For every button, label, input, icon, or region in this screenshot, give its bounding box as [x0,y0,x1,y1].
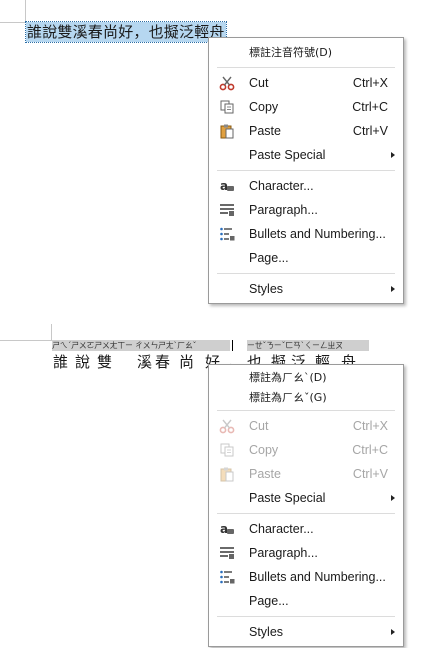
menu-item-label: Paragraph... [249,546,318,560]
menu-item-shortcut: Ctrl+V [352,124,388,138]
menu-item-label: Styles [249,282,284,296]
menu-item-styles[interactable]: Styles [209,277,403,301]
ruby-annotation-left[interactable]: ㄕㄟˊㄕㄨㄛㄕㄨㄤㄒㄧ ㄔㄨㄣㄕㄤˋㄏㄠˇ [52,340,230,351]
menu-separator [217,273,395,274]
base-char: 雙 [97,353,113,371]
menu-item-label: Paste Special [249,491,326,505]
menu-item-label: Bullets and Numbering... [249,227,386,241]
menu-item-cut[interactable]: Cut Ctrl+X [209,414,403,438]
context-menu: 標註注音符號(D) Cut Ctrl+X Copy Ctrl+C Paste C… [208,37,404,304]
page-corner-mark [0,22,26,23]
menu-item-shortcut: Ctrl+X [352,419,388,433]
character-icon: a [219,521,235,537]
context-menu-ruby: 標註為ㄏㄠˋ(D) 標註為ㄏㄠˇ(G) Cut Ctrl+X Copy Ctrl… [208,364,404,647]
menu-item-label: 標註注音符號(D) [249,46,333,59]
ruby-annotation-right[interactable]: ㄧㄝˇㄋㄧˇㄈㄢˋㄑㄧㄥㄓㄡ [247,340,369,351]
svg-text:a: a [220,522,228,536]
menu-item-bullets-numbering[interactable]: Bullets and Numbering... [209,565,403,589]
menu-item-character[interactable]: a Character... [209,174,403,198]
character-icon: a [219,178,235,194]
menu-item-add-phonetic[interactable]: 標註注音符號(D) [209,40,403,64]
menu-item-label: Styles [249,625,284,639]
page-corner-mark [0,340,52,341]
menu-item-page[interactable]: Page... [209,246,403,270]
base-char: 溪 [137,353,153,371]
menu-item-label: Page... [249,251,289,265]
menu-item-paste[interactable]: Paste Ctrl+V [209,119,403,143]
menu-item-label: Cut [249,419,269,433]
menu-item-shortcut: Ctrl+V [352,467,388,481]
selected-document-text[interactable]: 誰說雙溪春尚好，也擬泛輕舟 [25,21,227,43]
menu-item-label: Paste [249,124,281,138]
scissors-icon [219,418,235,434]
menu-item-page[interactable]: Page... [209,589,403,613]
menu-item-label: Paragraph... [249,203,318,217]
menu-separator [217,170,395,171]
submenu-arrow-icon [391,495,395,501]
menu-item-label: Paste [249,467,281,481]
base-char: 說 [75,353,91,371]
menu-item-label: Bullets and Numbering... [249,570,386,584]
menu-item-styles[interactable]: Styles [209,620,403,644]
submenu-arrow-icon [391,152,395,158]
menu-item-cut[interactable]: Cut Ctrl+X [209,71,403,95]
menu-item-bullets-numbering[interactable]: Bullets and Numbering... [209,222,403,246]
base-char: 誰 [53,353,69,371]
clipboard-icon [219,123,235,139]
menu-item-label: Copy [249,443,279,457]
menu-item-paste-special[interactable]: Paste Special [209,486,403,510]
menu-item-label: Character... [249,522,314,536]
menu-item-label: Copy [249,100,279,114]
scissors-icon [219,75,235,91]
submenu-arrow-icon [391,286,395,292]
menu-item-character[interactable]: a Character... [209,517,403,541]
menu-item-label: Character... [249,179,314,193]
menu-item-paragraph[interactable]: Paragraph... [209,541,403,565]
menu-separator [217,410,395,411]
menu-item-copy[interactable]: Copy Ctrl+C [209,95,403,119]
submenu-arrow-icon [391,629,395,635]
menu-separator [217,616,395,617]
base-char: 尚 [179,353,195,371]
svg-text:a: a [220,179,228,193]
menu-item-label: Paste Special [249,148,326,162]
menu-item-annotate-hao4[interactable]: 標註為ㄏㄠˋ(D) [209,367,403,387]
page-corner-mark [51,324,52,340]
menu-item-annotate-hao3[interactable]: 標註為ㄏㄠˇ(G) [209,387,403,407]
menu-separator [217,67,395,68]
clipboard-icon [219,466,235,482]
page-corner-mark [25,0,26,22]
base-char: 春 [155,353,171,371]
copy-icon [219,442,235,458]
copy-icon [219,99,235,115]
menu-item-shortcut: Ctrl+C [352,100,388,114]
paragraph-icon [219,202,235,218]
menu-item-paste[interactable]: Paste Ctrl+V [209,462,403,486]
bullets-icon [219,226,235,242]
text-cursor [232,340,233,351]
menu-item-shortcut: Ctrl+X [352,76,388,90]
menu-item-label: Cut [249,76,269,90]
bullets-icon [219,569,235,585]
menu-item-paste-special[interactable]: Paste Special [209,143,403,167]
menu-item-shortcut: Ctrl+C [352,443,388,457]
menu-item-copy[interactable]: Copy Ctrl+C [209,438,403,462]
menu-item-label: 標註為ㄏㄠˋ(D) [249,371,327,384]
menu-item-label: 標註為ㄏㄠˇ(G) [249,391,327,404]
menu-item-label: Page... [249,594,289,608]
menu-item-paragraph[interactable]: Paragraph... [209,198,403,222]
menu-separator [217,513,395,514]
paragraph-icon [219,545,235,561]
